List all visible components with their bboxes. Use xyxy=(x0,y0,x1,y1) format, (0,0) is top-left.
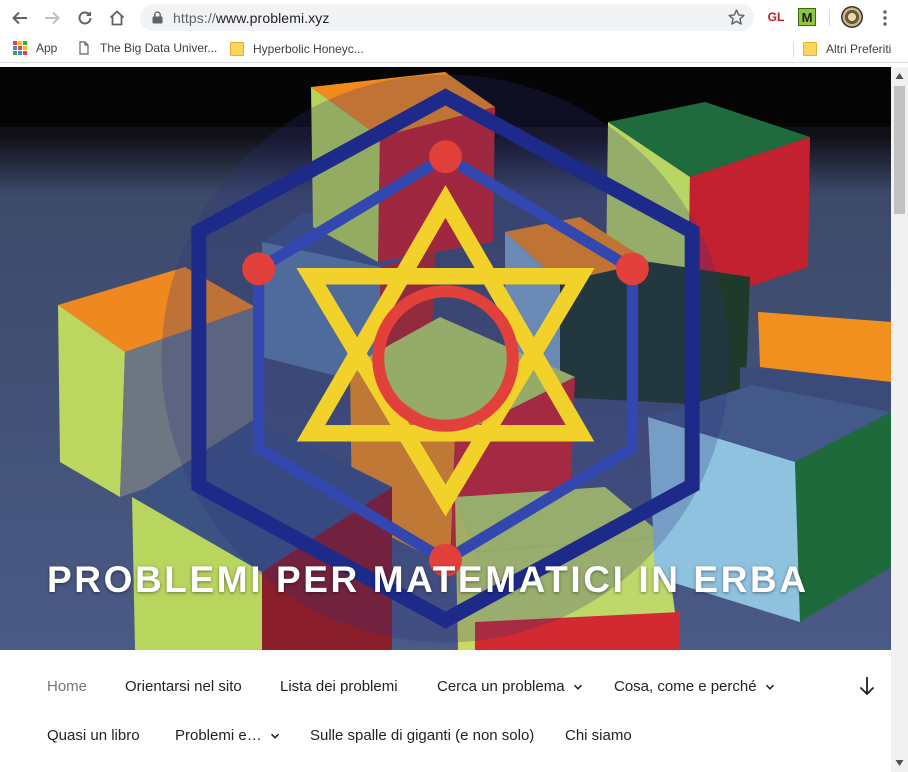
bookmark-hyperbolic[interactable]: Hyperbolic Honeyc... xyxy=(230,41,364,56)
menu-item-label: Quasi un libro xyxy=(47,727,140,744)
chevron-down-icon xyxy=(270,733,279,739)
bookmark-label: Altri Preferiti xyxy=(826,41,892,56)
header-hero-image: PROBLEMI PER MATEMATICI IN ERBA xyxy=(0,67,891,650)
folder-icon xyxy=(230,42,244,56)
address-bar[interactable]: https://www.problemi.xyz xyxy=(140,4,754,31)
scroll-down-arrow-icon[interactable] xyxy=(895,759,904,767)
menu-item-chi-siamo[interactable]: Chi siamo xyxy=(565,727,632,744)
url-host: www.problemi.xyz xyxy=(215,10,330,26)
arrow-down-icon[interactable] xyxy=(857,675,877,697)
bookmark-label: The Big Data Univer... xyxy=(100,41,218,55)
bookmarks-bar: App The Big Data Univer... Hyperbolic Ho… xyxy=(0,35,908,63)
browser-toolbar: https://www.problemi.xyz GL M xyxy=(0,0,908,35)
menu-item-label: Sulle spalle di giganti (e non solo) xyxy=(310,727,535,744)
chevron-down-icon xyxy=(765,684,774,690)
extension-gl-button[interactable]: GL xyxy=(765,7,787,27)
menu-item-lista[interactable]: Lista dei problemi xyxy=(280,678,398,695)
menu-item-label: Lista dei problemi xyxy=(280,678,398,695)
toolbar-divider xyxy=(829,9,830,26)
menu-item-sulle-spalle[interactable]: Sulle spalle di giganti (e non solo) xyxy=(310,727,534,744)
extension-m-button[interactable]: M xyxy=(798,8,816,26)
menu-item-home[interactable]: Home xyxy=(47,678,87,695)
folder-icon xyxy=(803,42,817,56)
scrollbar-thumb[interactable] xyxy=(894,86,905,214)
menu-item-label: Chi siamo xyxy=(565,727,632,744)
arrow-left-icon xyxy=(12,11,27,25)
menu-item-cerca[interactable]: Cerca un problema xyxy=(437,678,583,695)
menu-item-orientarsi[interactable]: Orientarsi nel sito xyxy=(125,678,242,695)
site-title[interactable]: PROBLEMI PER MATEMATICI IN ERBA xyxy=(47,559,809,601)
reload-icon xyxy=(78,11,92,25)
main-navigation: Home Orientarsi nel sito Lista dei probl… xyxy=(0,650,891,772)
url-scheme: https:// xyxy=(173,10,216,26)
menu-item-label: Orientarsi nel sito xyxy=(125,678,242,695)
back-button[interactable] xyxy=(8,6,32,30)
chevron-down-icon xyxy=(573,684,582,690)
arrow-right-icon xyxy=(45,11,60,25)
menu-item-label: Cerca un problema xyxy=(437,678,565,695)
bookmark-other[interactable]: Altri Preferiti xyxy=(803,41,891,56)
bookmark-big-data[interactable]: The Big Data Univer... xyxy=(77,41,217,55)
bookmark-star-icon[interactable] xyxy=(727,8,746,27)
bookmarks-divider xyxy=(793,41,794,58)
browser-menu-icon[interactable] xyxy=(876,9,894,27)
apps-grid-icon xyxy=(13,41,27,55)
page-icon xyxy=(79,41,89,55)
scroll-up-icon[interactable] xyxy=(895,72,904,80)
menu-item-quasi-un-libro[interactable]: Quasi un libro xyxy=(47,727,140,744)
menu-item-label: Cosa, come e perché xyxy=(614,678,757,695)
bookmark-label: App xyxy=(36,41,58,55)
home-button[interactable] xyxy=(105,6,129,30)
menu-item-label: Home xyxy=(47,678,88,695)
forward-button[interactable] xyxy=(40,6,64,30)
home-icon xyxy=(109,10,125,26)
menu-item-label: Problemi e… xyxy=(175,727,262,744)
profile-avatar[interactable] xyxy=(841,6,863,28)
bookmark-label: Hyperbolic Honeyc... xyxy=(253,41,364,56)
reload-button[interactable] xyxy=(73,6,97,30)
menu-item-problemi-e[interactable]: Problemi e… xyxy=(175,727,280,744)
bookmark-apps[interactable]: App xyxy=(13,41,57,55)
url-text[interactable]: https://www.problemi.xyz xyxy=(173,10,329,26)
menu-item-cosa[interactable]: Cosa, come e perché xyxy=(614,678,775,695)
page-viewport: PROBLEMI PER MATEMATICI IN ERBA Home Ori… xyxy=(0,67,891,772)
page-scrollbar[interactable] xyxy=(891,67,908,772)
lock-icon xyxy=(152,11,163,24)
